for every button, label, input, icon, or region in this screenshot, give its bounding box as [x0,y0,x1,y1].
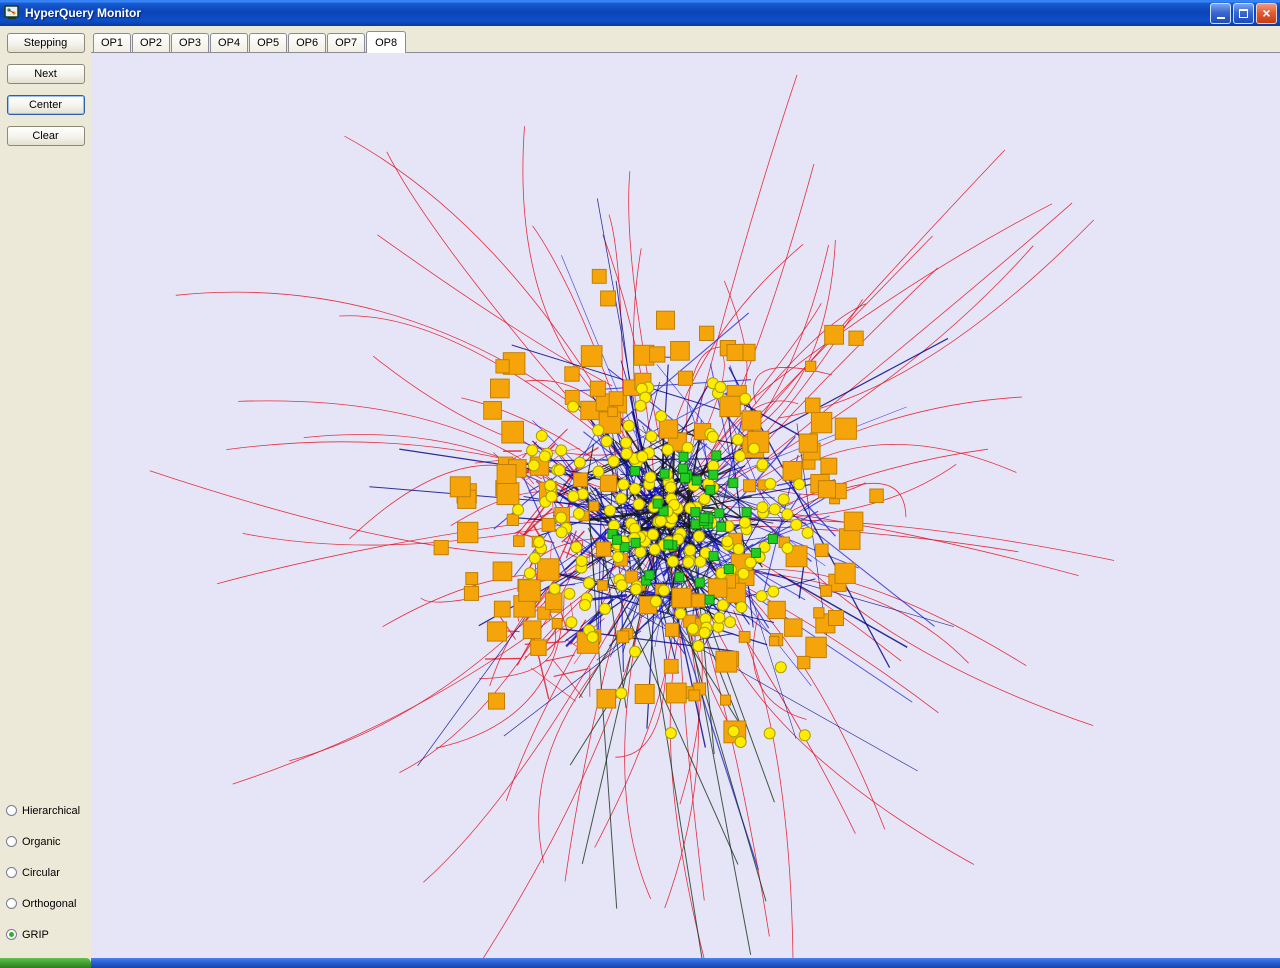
close-icon: × [1262,6,1270,20]
tab-op3[interactable]: OP3 [171,33,209,52]
left-panel: Stepping Next Center Clear Hierarchical … [0,26,91,958]
radio-label: Orthogonal [22,898,76,910]
radio-label: Hierarchical [22,805,80,817]
graph-canvas[interactable] [91,52,1280,958]
radio-button-icon[interactable] [6,898,17,909]
close-button[interactable]: × [1256,3,1277,24]
radio-grip[interactable]: GRIP [6,919,80,950]
tab-op6[interactable]: OP6 [288,33,326,52]
radio-organic[interactable]: Organic [6,826,80,857]
app-icon [4,5,21,22]
radio-label: Organic [22,836,61,848]
titlebar: HyperQuery Monitor × [0,0,1280,26]
stepping-button[interactable]: Stepping [7,33,85,53]
tab-op4[interactable]: OP4 [210,33,248,52]
radio-button-selected-icon[interactable] [6,929,17,940]
next-button[interactable]: Next [7,64,85,84]
tab-op5[interactable]: OP5 [249,33,287,52]
radio-button-icon[interactable] [6,867,17,878]
taskbar-edge [91,958,1280,968]
maximize-button[interactable] [1233,3,1254,24]
tab-op7[interactable]: OP7 [327,33,365,52]
start-button-edge[interactable] [0,958,91,968]
minimize-icon [1217,10,1225,19]
radio-button-icon[interactable] [6,805,17,816]
maximize-icon [1239,9,1248,18]
radio-circular[interactable]: Circular [6,857,80,888]
main-area: OP1 OP2 OP3 OP4 OP5 OP6 OP7 OP8 [91,26,1280,958]
layout-options-group: Hierarchical Organic Circular Orthogonal… [6,795,80,950]
radio-button-icon[interactable] [6,836,17,847]
tab-op1[interactable]: OP1 [93,33,131,52]
radio-label: GRIP [22,929,49,941]
radio-label: Circular [22,867,60,879]
window-title: HyperQuery Monitor [25,6,1210,20]
tabstrip: OP1 OP2 OP3 OP4 OP5 OP6 OP7 OP8 [91,26,1280,52]
tab-op8[interactable]: OP8 [366,31,406,53]
tab-op2[interactable]: OP2 [132,33,170,52]
clear-button[interactable]: Clear [7,126,85,146]
minimize-button[interactable] [1210,3,1231,24]
center-button[interactable]: Center [7,95,85,115]
network-graph [91,53,1280,958]
taskbar-sliver [0,958,1280,968]
radio-orthogonal[interactable]: Orthogonal [6,888,80,919]
radio-hierarchical[interactable]: Hierarchical [6,795,80,826]
